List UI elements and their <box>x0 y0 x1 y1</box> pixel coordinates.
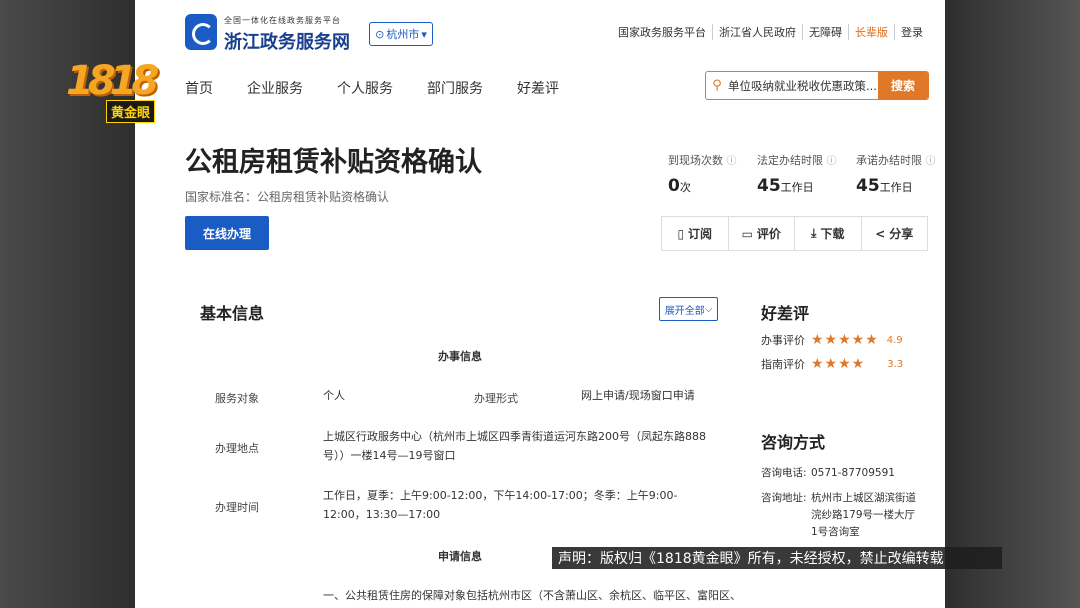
subscribe-button[interactable]: ▯ 订阅 <box>662 217 728 250</box>
stat-number: 45 <box>757 176 781 196</box>
stat-number: 45 <box>856 176 880 196</box>
page-title: 公租房租赁补贴资格确认 <box>185 147 482 178</box>
link-login[interactable]: 登录 <box>894 24 929 40</box>
consult-phone-row: 咨询电话: 0571-87709591 <box>761 465 916 482</box>
phone-label: 咨询电话: <box>761 467 807 479</box>
stat-promised-limit: 承诺办结时限 ⓘ 45工作日 <box>856 152 936 196</box>
time-label: 办理时间 <box>215 501 259 514</box>
video-frame-right <box>945 0 1080 608</box>
location-pin-icon: ⊙ <box>375 27 385 41</box>
action-label: 评价 <box>756 227 781 241</box>
action-bar: ▯ 订阅 ▭ 评价 ⤓ 下载 < 分享 <box>661 216 928 251</box>
rating-score: 4.9 <box>886 334 903 346</box>
page: 全国一体化在线政务服务平台 浙江政务服务网 ⊙ 杭州市 ▾ 国家政务服务平台 浙… <box>135 0 945 608</box>
stat-unit: 次 <box>679 181 691 194</box>
stat-label: 法定办结时限 <box>757 154 823 167</box>
nav-department[interactable]: 部门服务 <box>427 78 483 98</box>
stat-label: 到现场次数 <box>668 154 723 167</box>
search-icon: ⚲ <box>712 78 722 93</box>
watermark-tag: 黄金眼 <box>106 100 156 123</box>
brand-subtitle: 全国一体化在线政务服务平台 <box>224 16 341 25</box>
time-value: 工作日，夏季：上午9:00-12:00，下午14:00-17:00；冬季：上午9… <box>323 489 678 521</box>
copyright-notice: 声明：版权归《1818黄金眼》所有，未经授权，禁止改编转载 <box>552 547 1002 569</box>
consult-title: 咨询方式 <box>761 433 826 452</box>
consult-address-row: 咨询地址: 杭州市上城区湖滨街道浣纱路179号一楼大厅1号咨询室 <box>761 490 916 541</box>
expand-label: 展开全部 <box>664 305 705 317</box>
info-icon[interactable]: ⓘ <box>727 156 737 167</box>
rating-title: 好差评 <box>761 304 810 323</box>
nav-personal[interactable]: 个人服务 <box>337 78 393 98</box>
star-icon: ★★★★ <box>811 356 866 372</box>
main-nav: 首页 企业服务 个人服务 部门服务 好差评 <box>185 78 593 98</box>
stat-legal-limit: 法定办结时限 ⓘ 45工作日 <box>757 152 837 196</box>
chevron-down-icon: ⌵ <box>704 303 713 315</box>
nav-home[interactable]: 首页 <box>185 78 213 98</box>
stat-visits: 到现场次数 ⓘ 0次 <box>668 152 737 196</box>
brand-title[interactable]: 浙江政务服务网 <box>224 28 350 54</box>
action-label: 下载 <box>820 227 845 241</box>
service-object-label: 服务对象 <box>215 392 259 405</box>
basic-info-title: 基本信息 <box>200 304 265 323</box>
link-national-platform[interactable]: 国家政务服务平台 <box>612 24 712 40</box>
rating-label: 指南评价 <box>761 358 805 371</box>
stat-label: 承诺办结时限 <box>856 154 922 167</box>
caret-down-icon: ▾ <box>421 27 427 41</box>
site-logo-icon[interactable] <box>185 14 217 50</box>
stat-value: 45工作日 <box>757 176 837 196</box>
place-label: 办理地点 <box>215 442 259 455</box>
form-label: 办理形式 <box>474 392 518 405</box>
bookmark-icon: ▯ <box>677 226 685 241</box>
city-selector[interactable]: ⊙ 杭州市 ▾ <box>369 22 433 46</box>
apply-info-line: 一、公共租赁住房的保障对象包括杭州市区（不含萧山区、余杭区、临平区、富阳区、 <box>323 589 741 602</box>
search-input[interactable]: 单位吸纳就业税收优惠政策... <box>728 78 878 94</box>
section-heading-apply: 申请信息 <box>438 550 482 563</box>
rating-score: 3.3 <box>887 358 904 370</box>
top-links: 国家政务服务平台 浙江省人民政府 无障碍 长辈版 登录 <box>612 24 929 40</box>
stat-unit: 工作日 <box>780 181 814 194</box>
address-value: 杭州市上城区湖滨街道浣纱路179号一楼大厅1号咨询室 <box>811 492 916 538</box>
link-accessibility[interactable]: 无障碍 <box>802 24 848 40</box>
rating-service: 办事评价 ★★★★★ 4.9 <box>761 332 903 348</box>
star-icon: ★★★★★ <box>811 332 879 348</box>
nav-enterprise[interactable]: 企业服务 <box>247 78 303 98</box>
link-elder-mode[interactable]: 长辈版 <box>848 24 894 40</box>
phone-value[interactable]: 0571-87709591 <box>811 465 916 482</box>
standard-name: 国家标准名：公租房租赁补贴资格确认 <box>185 190 390 204</box>
action-label: 分享 <box>889 227 914 241</box>
service-object-value: 个人 <box>323 389 345 402</box>
rating-label: 办事评价 <box>761 334 805 347</box>
stat-number: 0 <box>668 176 680 196</box>
city-label: 杭州市 <box>386 28 420 41</box>
stat-value: 0次 <box>668 176 737 196</box>
comment-icon: ▭ <box>741 226 753 241</box>
share-button[interactable]: < 分享 <box>860 217 928 250</box>
download-icon: ⤓ <box>811 226 817 240</box>
rate-button[interactable]: ▭ 评价 <box>727 217 795 250</box>
expand-all-button[interactable]: 展开全部 ⌵ <box>659 297 718 321</box>
tv-watermark-logo: 1818 黄金眼 <box>66 58 166 123</box>
stat-unit: 工作日 <box>879 181 913 194</box>
share-icon: < <box>875 226 886 241</box>
search-button[interactable]: 搜索 <box>878 72 928 99</box>
form-value: 网上申请/现场窗口申请 <box>581 389 695 402</box>
info-icon[interactable]: ⓘ <box>827 156 837 167</box>
rating-guide: 指南评价 ★★★★ 3.3 <box>761 356 903 372</box>
nav-rating[interactable]: 好差评 <box>517 78 559 98</box>
watermark-number: 1818 <box>66 58 159 104</box>
address-label: 咨询地址: <box>761 492 807 504</box>
online-apply-button[interactable]: 在线办理 <box>185 216 269 250</box>
place-value: 上城区行政服务中心（杭州市上城区四季青街道运河东路200号（凤起东路888号））… <box>323 430 706 462</box>
info-icon[interactable]: ⓘ <box>926 156 936 167</box>
search-bar: ⚲ 单位吸纳就业税收优惠政策... 搜索 <box>705 71 929 100</box>
stat-value: 45工作日 <box>856 176 936 196</box>
link-province-gov[interactable]: 浙江省人民政府 <box>712 24 802 40</box>
action-label: 订阅 <box>688 227 713 241</box>
download-button[interactable]: ⤓ 下载 <box>794 217 861 250</box>
section-heading-service: 办事信息 <box>438 350 482 363</box>
